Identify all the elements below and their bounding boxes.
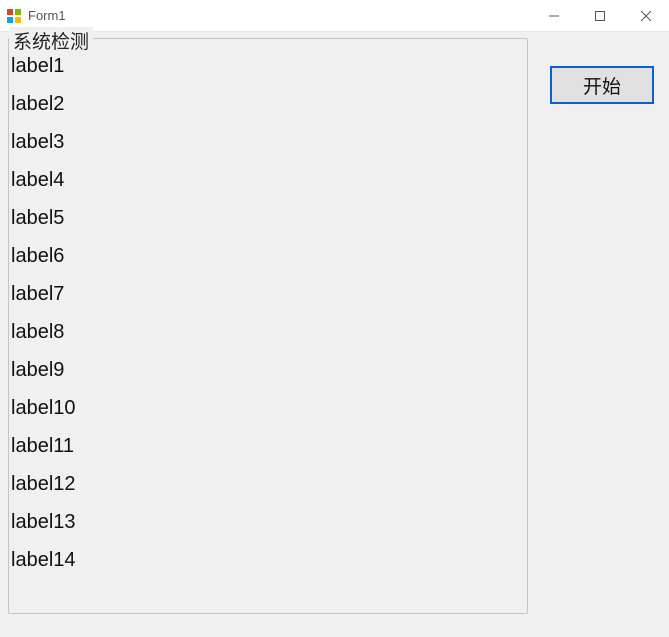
label-14: label14: [9, 541, 527, 579]
label-5: label5: [9, 199, 527, 237]
minimize-button[interactable]: [531, 0, 577, 32]
label-10: label10: [9, 389, 527, 427]
label-2: label2: [9, 85, 527, 123]
label-6: label6: [9, 237, 527, 275]
titlebar: Form1: [0, 0, 669, 32]
label-8: label8: [9, 313, 527, 351]
system-check-groupbox: 系统检测 label1 label2 label3 label4 label5 …: [8, 38, 528, 614]
app-icon: [6, 8, 22, 24]
start-button[interactable]: 开始: [550, 66, 654, 104]
label-11: label11: [9, 427, 527, 465]
label-9: label9: [9, 351, 527, 389]
window-title: Form1: [28, 8, 66, 23]
label-12: label12: [9, 465, 527, 503]
close-button[interactable]: [623, 0, 669, 32]
maximize-button[interactable]: [577, 0, 623, 32]
groupbox-title: 系统检测: [9, 27, 93, 54]
client-area: 系统检测 label1 label2 label3 label4 label5 …: [0, 32, 669, 637]
label-4: label4: [9, 161, 527, 199]
label-7: label7: [9, 275, 527, 313]
label-3: label3: [9, 123, 527, 161]
label-13: label13: [9, 503, 527, 541]
